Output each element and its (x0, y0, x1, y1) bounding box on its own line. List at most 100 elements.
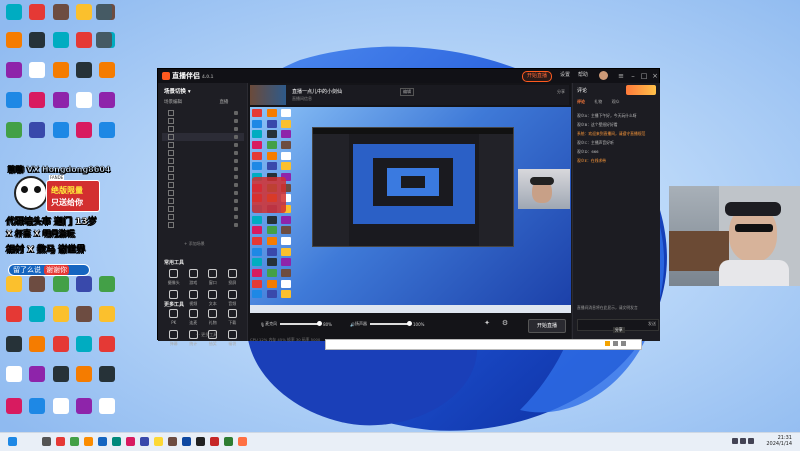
scene-settings-icon[interactable] (234, 111, 238, 115)
live-streaming-app-window[interactable]: 直播伴侣 4.0.1 开始直播 设置 帮助 ≡ – □ × 场景切换 ▾ 场景编辑… (157, 68, 660, 346)
tool-button[interactable]: 文本 (203, 290, 223, 307)
scene-visibility-checkbox[interactable] (168, 126, 174, 132)
battery-icon[interactable] (748, 438, 754, 444)
scene-row[interactable] (162, 165, 244, 173)
scene-row[interactable] (162, 213, 244, 221)
scene-visibility-checkbox[interactable] (168, 142, 174, 148)
scene-settings-icon[interactable] (234, 191, 238, 195)
scene-visibility-checkbox[interactable] (168, 158, 174, 164)
menu-icon[interactable]: ≡ (616, 71, 626, 81)
scene-row[interactable] (162, 181, 244, 189)
tool-button[interactable]: 视频 (184, 290, 204, 307)
taskbar-app-icon[interactable] (140, 437, 149, 446)
tool-button[interactable]: 游戏 (184, 269, 204, 286)
scene-settings-icon[interactable] (234, 143, 238, 147)
scene-row[interactable] (162, 189, 244, 197)
scene-row[interactable] (162, 157, 244, 165)
scene-settings-icon[interactable] (234, 167, 238, 171)
speaker-slider[interactable] (369, 321, 412, 327)
close-icon[interactable]: × (650, 71, 660, 81)
scene-row[interactable] (162, 141, 244, 149)
start-live-button[interactable]: 开始直播 (528, 319, 566, 333)
taskbar-app-icon[interactable] (154, 437, 163, 446)
background-window-toolbar[interactable] (325, 339, 642, 350)
scene-settings-icon[interactable] (234, 215, 238, 219)
taskbar-app-icon[interactable] (84, 437, 93, 446)
go-live-button[interactable]: 开始直播 (522, 71, 553, 82)
start-menu-icon[interactable] (8, 437, 17, 446)
help-link[interactable]: 帮助 (578, 71, 588, 80)
minimize-icon[interactable]: – (628, 71, 638, 81)
tab-comments[interactable]: 评论 (577, 99, 585, 104)
scene-settings-icon[interactable] (234, 199, 238, 203)
taskbar-app-icon[interactable] (182, 437, 191, 446)
scene-visibility-checkbox[interactable] (168, 174, 174, 180)
taskbar-app-icon[interactable] (42, 437, 51, 446)
mic-volume[interactable]: 🎙 麦克风 80% (260, 321, 332, 327)
scene-settings-icon[interactable] (234, 127, 238, 131)
settings-link[interactable]: 设置 (560, 71, 570, 80)
scene-row[interactable] (162, 173, 244, 181)
gift-banner[interactable] (626, 85, 656, 95)
scene-visibility-checkbox[interactable] (168, 166, 174, 172)
chat-send-button[interactable]: 发送 (648, 321, 656, 327)
scene-switcher[interactable]: 场景切换 ▾ (164, 87, 191, 95)
settings-icon[interactable]: ⚙ (500, 319, 510, 329)
toolbar-icon[interactable] (605, 341, 610, 346)
more-tools-link[interactable]: ··· 更多工具 (196, 332, 217, 338)
maximize-icon[interactable]: □ (639, 71, 649, 81)
tool-button[interactable]: 窗口 (203, 269, 223, 286)
mic-slider[interactable] (280, 321, 323, 327)
user-avatar[interactable] (599, 71, 608, 80)
taskbar-app-icon[interactable] (210, 437, 219, 446)
taskbar-app-icon[interactable] (224, 437, 233, 446)
taskbar-app-icon[interactable] (70, 437, 79, 446)
scene-visibility-checkbox[interactable] (168, 206, 174, 212)
taskbar-app-icon[interactable] (168, 437, 177, 446)
scene-visibility-checkbox[interactable] (168, 198, 174, 204)
tool-button[interactable]: 下载 (223, 309, 243, 326)
volume-icon[interactable] (740, 438, 746, 444)
scene-settings-icon[interactable] (234, 119, 238, 123)
scene-settings-icon[interactable] (234, 183, 238, 187)
tool-button[interactable]: 连麦 (184, 309, 204, 326)
toolbar-icon[interactable] (613, 341, 618, 346)
scene-settings-icon[interactable] (234, 223, 238, 227)
taskbar-app-icon[interactable] (196, 437, 205, 446)
scene-visibility-checkbox[interactable] (168, 214, 174, 220)
tool-button[interactable]: 音频 (223, 290, 243, 307)
taskbar-app-icon[interactable] (56, 437, 65, 446)
toolbar-icon[interactable] (621, 341, 626, 346)
room-cover-thumbnail[interactable] (250, 85, 286, 105)
effects-icon[interactable]: ✦ (482, 319, 492, 329)
tool-button[interactable]: 投屏 (223, 269, 243, 286)
scene-row[interactable] (162, 221, 244, 229)
taskbar-app-icon[interactable] (126, 437, 135, 446)
tab-audience[interactable]: 观众 (612, 99, 620, 104)
scene-row[interactable] (162, 117, 244, 125)
wifi-icon[interactable] (732, 438, 738, 444)
tab-gifts[interactable]: 礼物 (594, 99, 602, 104)
taskbar-app-icon[interactable] (238, 437, 247, 446)
speaker-slider-knob[interactable] (406, 321, 412, 327)
scene-settings-icon[interactable] (234, 151, 238, 155)
scene-settings-icon[interactable] (234, 207, 238, 211)
taskbar-app-icon[interactable] (112, 437, 121, 446)
scene-row[interactable] (162, 133, 244, 141)
taskbar-app-icon[interactable] (98, 437, 107, 446)
scene-row[interactable] (162, 149, 244, 157)
tool-button[interactable]: 礼物 (203, 309, 223, 326)
scene-row[interactable] (162, 125, 244, 133)
tab-live[interactable]: 直播 (219, 100, 228, 105)
scene-visibility-checkbox[interactable] (168, 222, 174, 228)
scene-settings-icon[interactable] (234, 159, 238, 163)
scene-visibility-checkbox[interactable] (168, 190, 174, 196)
scene-row[interactable] (162, 197, 244, 205)
tool-button[interactable]: 福袋 (223, 330, 243, 347)
scene-row[interactable] (162, 205, 244, 213)
scene-settings-icon[interactable] (234, 175, 238, 179)
speaker-volume[interactable]: 🔊 扬声器 100% (350, 321, 424, 327)
stream-preview-canvas[interactable] (250, 107, 571, 313)
scene-visibility-checkbox[interactable] (168, 182, 174, 188)
share-room-link[interactable]: 分享 (557, 89, 565, 95)
